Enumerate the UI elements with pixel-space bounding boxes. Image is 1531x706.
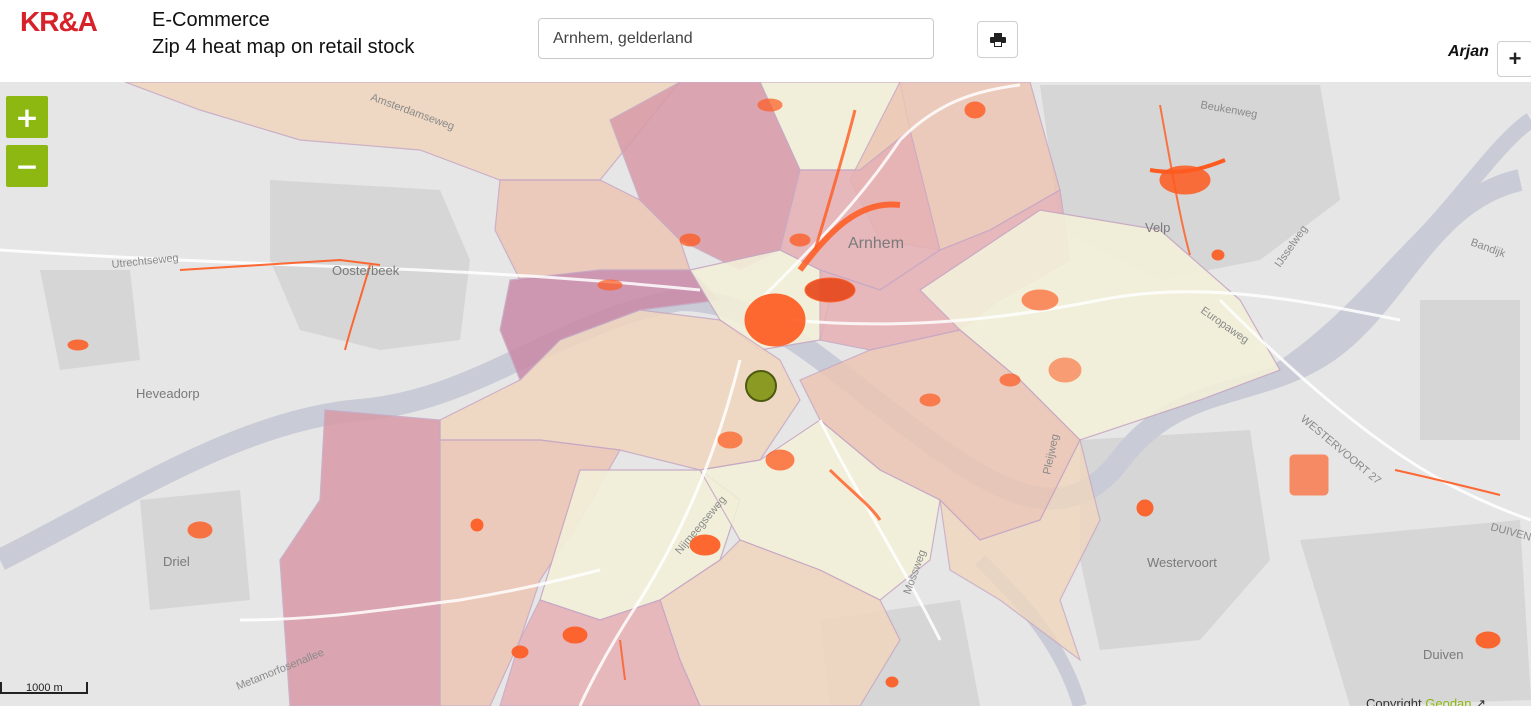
location-search-input[interactable] [538, 18, 934, 59]
heat-map[interactable]: Arnhem Oosterbeek Heveadorp Driel Velp W… [0, 82, 1531, 706]
copyright-notice: Copyright Geodan ↗ [1366, 696, 1486, 706]
place-label-westervoort: Westervoort [1147, 555, 1217, 570]
zoom-in-button[interactable]: + [6, 96, 48, 138]
print-icon [989, 32, 1006, 47]
location-marker[interactable] [745, 370, 777, 402]
hotspot-arnhem-centre [744, 293, 806, 347]
app-header: KR&A E-Commerce Zip 4 heat map on retail… [0, 0, 1531, 82]
copyright-prefix: Copyright [1366, 696, 1426, 706]
kra-logo: KR&A [20, 6, 98, 37]
hotspot-arnhem-north [804, 277, 856, 303]
zoom-out-button[interactable]: − [6, 145, 48, 187]
hotspot-east [1021, 289, 1059, 311]
hotspot-westervoort27 [1289, 454, 1329, 496]
place-label-duiven: Duiven [1423, 647, 1463, 662]
place-label-heveadorp: Heveadorp [136, 386, 200, 401]
print-button[interactable] [977, 21, 1018, 58]
external-link-icon: ↗ [1471, 696, 1487, 706]
scale-label: 1000 m [26, 682, 63, 694]
place-label-driel: Driel [163, 554, 190, 569]
scale-bar: 1000 m [0, 682, 90, 698]
app-subtitle: Zip 4 heat map on retail stock [152, 36, 415, 58]
place-label-arnhem: Arnhem [848, 235, 904, 252]
map-canvas[interactable]: Arnhem Oosterbeek Heveadorp Driel Velp W… [0, 82, 1531, 706]
user-add-button[interactable]: + [1497, 41, 1531, 77]
place-label-oosterbeek: Oosterbeek [332, 263, 400, 278]
place-label-velp: Velp [1145, 220, 1170, 235]
app-title: E-Commerce [152, 9, 270, 31]
user-name: Arjan [1448, 43, 1489, 60]
copyright-brand-link[interactable]: Geodan [1425, 696, 1471, 706]
